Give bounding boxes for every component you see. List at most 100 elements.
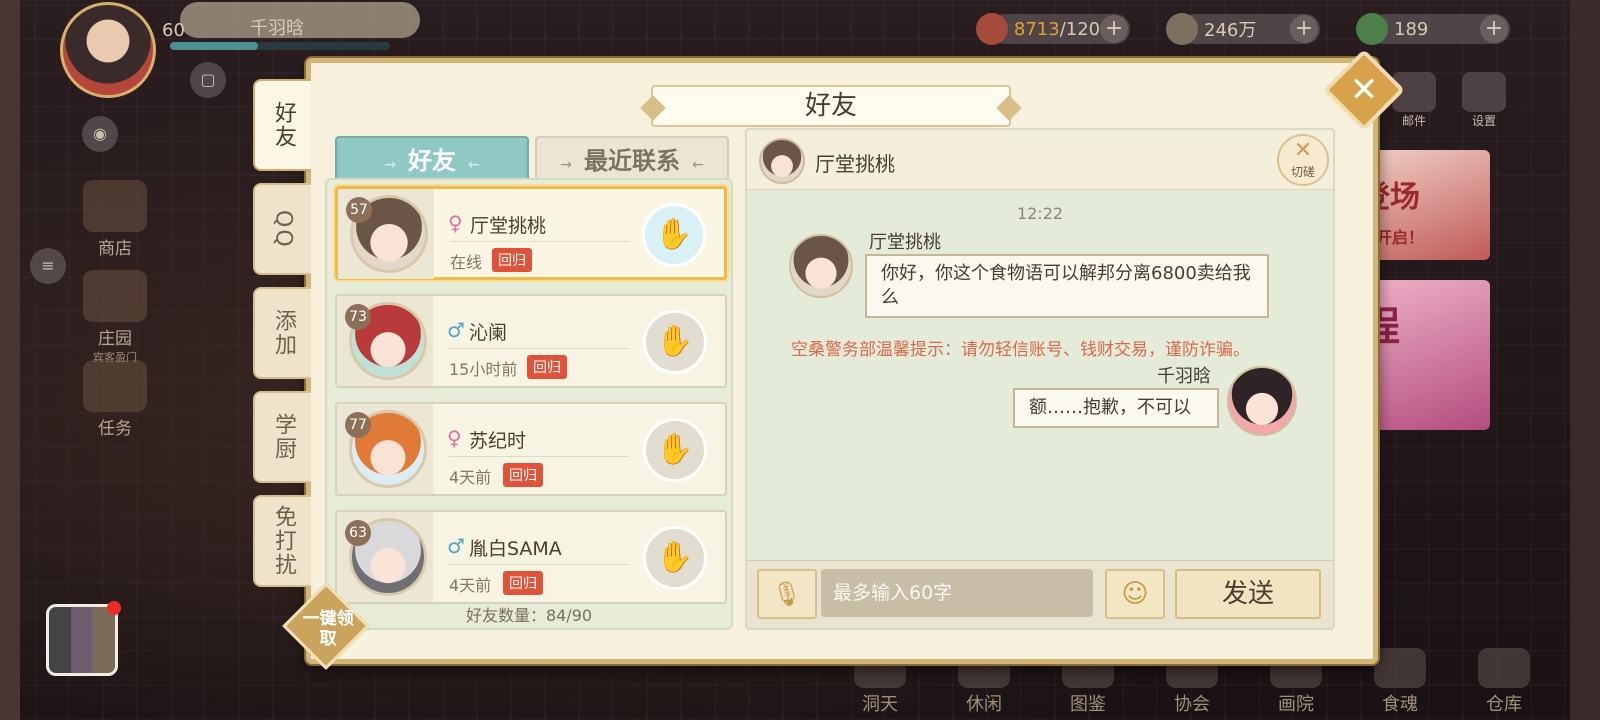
message-timestamp: 12:22 (1016, 204, 1064, 223)
male-icon: ♂ (447, 534, 465, 558)
tab-recent-label: 最近联系 (584, 147, 680, 175)
cat-face-icon[interactable]: ☺ (1105, 569, 1165, 619)
add-coin-button[interactable]: + (1290, 15, 1318, 43)
manor-label: 庄园 (98, 329, 132, 349)
menu-icon[interactable]: ≡ (30, 248, 66, 284)
male-icon: ♂ (447, 318, 465, 342)
coin-resource: 246万 + (1166, 13, 1320, 45)
handshake-icon[interactable]: ✋ (643, 310, 707, 374)
add-jade-button[interactable]: + (1480, 15, 1508, 43)
jade-icon (1356, 13, 1388, 45)
claim-all-label: 一键领取 (302, 608, 354, 649)
friend-card[interactable]: 57 ♀ 厅堂挑桃 在线 回归 ✋ (335, 186, 727, 280)
returning-badge: 回归 (492, 248, 532, 272)
manor-button[interactable]: 庄园 宾客盈门 (70, 270, 160, 365)
dialog-title: 好友 (804, 91, 857, 121)
tab-friends-label: 好友 (408, 147, 456, 175)
exp-bar (170, 42, 390, 50)
outgoing-avatar[interactable] (1227, 366, 1297, 436)
chat-bubble-icon[interactable]: ▢ (190, 62, 226, 98)
tasks-label: 任务 (98, 419, 132, 439)
returning-badge: 回归 (503, 463, 543, 487)
chat-partner-avatar[interactable] (759, 138, 805, 184)
screen-edge-left (0, 0, 20, 720)
jade-resource: 189 + (1356, 13, 1510, 45)
tab-friends[interactable]: → 好友 ← (335, 136, 529, 182)
nav-warehouse[interactable]: 仓库 (1464, 648, 1544, 716)
settings-button[interactable]: 设置 (1454, 72, 1514, 129)
friend-level: 63 (345, 520, 371, 546)
group-chat-thumbnail[interactable] (46, 601, 121, 676)
friend-level: 73 (345, 304, 371, 330)
returning-badge: 回归 (527, 355, 567, 379)
side-tab-learn-cook[interactable]: 学厨 (253, 391, 311, 483)
settings-label: 设置 (1471, 114, 1496, 128)
security-warning: 空桑警务部温馨提示：请勿轻信账号、钱财交易，谨防诈骗。 (791, 340, 1250, 360)
female-icon: ♀ (447, 426, 462, 450)
incoming-avatar[interactable] (789, 234, 853, 298)
food-total: /120 (1059, 18, 1101, 40)
dialog-title-plate: 好友 (640, 85, 1022, 127)
friend-status: 在线 (450, 253, 483, 272)
friend-card[interactable]: 63 ♂ 胤白SAMA 4天前 回归 ✋ (335, 510, 727, 604)
chat-input-bar: 🎙 ☺ 发送 (747, 560, 1333, 628)
mic-icon[interactable]: 🎙 (757, 569, 817, 619)
eye-icon[interactable]: ◉ (82, 116, 118, 152)
food-used: 8713 (1013, 18, 1060, 40)
incoming-message: 你好，你这个食物语可以解邦分离6800卖给我么 (865, 254, 1269, 318)
tab-deco-right: ← (468, 157, 480, 173)
food-bowl-icon (976, 13, 1008, 45)
friend-card[interactable]: 77 ♀ 苏纪时 4天前 回归 ✋ (335, 402, 727, 496)
spar-button[interactable]: ✕ 切磋 (1277, 134, 1329, 186)
friend-card[interactable]: 73 ♂ 沁阑 15小时前 回归 ✋ (335, 294, 727, 388)
side-tab-do-not-disturb[interactable]: 免打扰 (253, 495, 311, 587)
screen-edge-right (1570, 0, 1600, 720)
side-tab-qq[interactable]: QQ (253, 183, 311, 275)
send-button[interactable]: 发送 (1175, 569, 1321, 619)
nav-label: 食魂 (1382, 694, 1418, 715)
shop-button[interactable]: 商店 (70, 180, 160, 259)
add-food-button[interactable]: + (1100, 15, 1128, 43)
divider (449, 456, 629, 457)
tab-deco-left: → (384, 157, 396, 173)
friend-status: 15小时前 (449, 360, 518, 379)
nav-label: 图鉴 (1070, 694, 1106, 715)
friend-level: 57 (346, 197, 372, 223)
chat-header: 厅堂挑桃 ✕ 切磋 (747, 130, 1333, 190)
close-icon: ✕ (1349, 70, 1379, 110)
handshake-icon[interactable]: ✋ (643, 418, 707, 482)
nav-label: 休闲 (966, 694, 1002, 715)
returning-badge: 回归 (503, 571, 543, 595)
chat-input[interactable] (821, 569, 1093, 617)
nav-label: 洞天 (862, 694, 898, 715)
handshake-icon[interactable]: ✋ (642, 203, 706, 267)
divider (449, 564, 629, 565)
side-tab-friends[interactable]: 好友 (253, 79, 311, 171)
warehouse-icon (1478, 648, 1530, 688)
tab-deco-right: ← (692, 157, 704, 173)
side-tab-add[interactable]: 添加 (253, 287, 311, 379)
friend-name: 胤白SAMA (469, 538, 562, 560)
friend-level: 77 (345, 412, 371, 438)
tasks-button[interactable]: 任务 (70, 360, 160, 439)
handshake-icon[interactable]: ✋ (643, 526, 707, 590)
chat-partner-name: 厅堂挑桃 (815, 152, 895, 176)
nav-label: 协会 (1174, 694, 1210, 715)
ornament-left-icon (640, 95, 666, 121)
player-avatar[interactable] (60, 2, 156, 98)
friends-panel: → 好友 ← → 最近联系 ← 57 ♀ 厅堂挑桃 在线 回归 ✋ 73 ♂ 沁阑 (325, 128, 733, 636)
friend-status: 4天前 (449, 576, 492, 595)
tab-recent-contacts[interactable]: → 最近联系 ← (535, 136, 729, 182)
coin-amount: 246万 (1204, 20, 1257, 41)
nav-label: 仓库 (1486, 694, 1522, 715)
chat-panel: 厅堂挑桃 ✕ 切磋 12:22 厅堂挑桃 你好，你这个食物语可以解邦分离6800… (745, 128, 1335, 630)
shop-icon (83, 180, 147, 232)
shop-label: 商店 (98, 239, 132, 259)
friend-count: 好友数量：84/90 (465, 606, 593, 625)
mail-label: 邮件 (1401, 114, 1426, 128)
divider (449, 348, 629, 349)
crossed-swords-icon: ✕ (1293, 138, 1313, 163)
top-hud: 60 千羽晗 8713/120 + 246万 + 189 + (20, 0, 1570, 98)
friends-list[interactable]: 57 ♀ 厅堂挑桃 在线 回归 ✋ 73 ♂ 沁阑 15小时前 回归 ✋ 77 … (325, 178, 733, 630)
player-level: 60 (162, 20, 185, 41)
